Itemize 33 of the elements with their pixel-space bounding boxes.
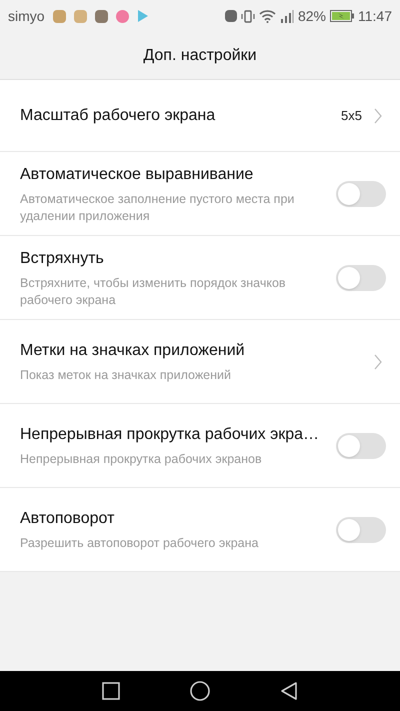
toggle-switch[interactable] bbox=[336, 180, 386, 206]
chevron-icon[interactable] bbox=[374, 108, 382, 124]
setting-title: Встряхнуть bbox=[20, 248, 105, 268]
setting-description: Встряхните, чтобы изменить порядок значков рабочего экрана bbox=[20, 274, 287, 308]
setting-title: Метки на значках приложений bbox=[20, 341, 246, 361]
toggle-switch[interactable] bbox=[336, 432, 386, 458]
clock-time: 11:47 bbox=[358, 6, 392, 26]
setting-description: Показ меток на значках приложений bbox=[20, 367, 232, 384]
back-button[interactable] bbox=[280, 682, 298, 700]
notification-icon bbox=[74, 10, 87, 22]
setting-description: Непрерывная прокрутка рабочих экранов bbox=[20, 451, 263, 468]
setting-description: Разрешить автоповорот рабочего экрана bbox=[20, 535, 260, 552]
setting-title: Непрерывная прокрутка рабочих экра… bbox=[20, 425, 320, 445]
notification-icon bbox=[94, 10, 108, 22]
setting-title: Автоматическое выравнивание bbox=[20, 164, 254, 184]
vibrate-icon bbox=[240, 10, 255, 22]
screen-title: Доп. настройки bbox=[143, 46, 257, 66]
notification-icon bbox=[116, 10, 129, 22]
chevron-icon[interactable] bbox=[374, 354, 382, 370]
recents-button[interactable] bbox=[102, 682, 120, 700]
signal-icon bbox=[280, 10, 294, 22]
setting-title: Масштаб рабочего экрана bbox=[20, 106, 216, 126]
notification-icon bbox=[52, 10, 66, 22]
battery-percent: 82% bbox=[298, 6, 326, 26]
toggle-switch[interactable] bbox=[336, 516, 386, 542]
wifi-icon bbox=[258, 10, 276, 22]
setting-title: Автоповорот bbox=[20, 509, 116, 529]
battery-charging-icon bbox=[330, 10, 354, 22]
carrier-name: simyo bbox=[8, 6, 45, 26]
home-button[interactable] bbox=[190, 681, 210, 701]
toggle-switch[interactable] bbox=[336, 264, 386, 290]
setting-value: 5x5 bbox=[341, 106, 362, 125]
setting-description: Автоматическое заполнение пустого места при удалении приложения bbox=[20, 190, 296, 224]
